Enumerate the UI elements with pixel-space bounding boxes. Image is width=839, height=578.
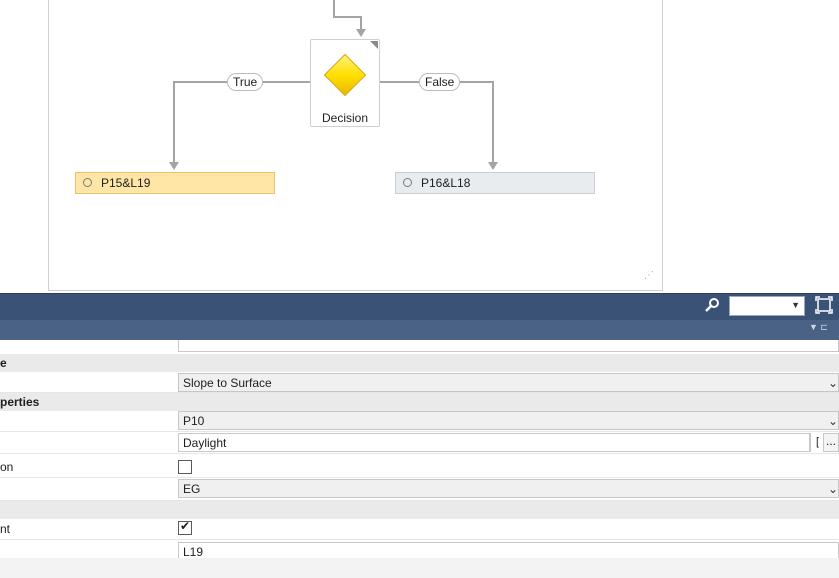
pane-options-icon[interactable]: ▼ ⊏ (809, 322, 839, 336)
true-connector-vertical (173, 81, 175, 163)
row-divider (0, 431, 839, 432)
resize-grip-icon[interactable]: ⋰ (644, 270, 654, 281)
property-value: L19 (183, 545, 204, 558)
node-corner-marker-icon (370, 41, 378, 49)
activity-state-icon (403, 178, 412, 187)
category-label: e (0, 356, 7, 370)
false-connector-vertical (492, 81, 494, 163)
incoming-arrow-icon (356, 29, 366, 37)
true-branch-label[interactable]: True (227, 73, 264, 91)
property-grid-header (0, 320, 839, 340)
property-name: nt (0, 522, 11, 536)
chevron-down-icon: ⌄ (827, 414, 838, 428)
category-row[interactable]: perties (0, 393, 839, 411)
magnifier-icon[interactable] (702, 296, 722, 316)
property-name: on (0, 460, 14, 474)
property-checkbox-checked[interactable]: ✔ (178, 519, 192, 535)
partial-top-field[interactable] (178, 340, 839, 352)
category-label: perties (0, 395, 40, 409)
bottom-bar (0, 558, 839, 578)
property-dropdown[interactable]: EG ⌄ (178, 479, 839, 498)
fit-to-screen-icon[interactable] (815, 296, 833, 314)
property-value: EG (183, 482, 201, 496)
incoming-connector-elbow (333, 16, 361, 18)
property-dropdown[interactable]: P10 ⌄ (178, 411, 839, 430)
property-dropdown[interactable]: Slope to Surface ⌄ (178, 373, 839, 392)
property-text-field[interactable]: L19 (178, 542, 839, 558)
category-row[interactable] (0, 501, 839, 519)
incoming-connector-drop (360, 16, 362, 30)
row-divider (0, 539, 839, 540)
property-value: Slope to Surface (183, 376, 272, 390)
expression-button[interactable]: [ (810, 433, 824, 452)
true-arrow-icon (169, 162, 179, 170)
zoom-dropdown[interactable]: ▼ (729, 296, 805, 316)
false-arrow-icon (488, 162, 498, 170)
property-checkbox[interactable] (178, 460, 192, 474)
chevron-down-icon: ⌄ (827, 482, 838, 496)
true-activity-node[interactable]: P15&L19 (75, 172, 275, 194)
false-activity-label: P16&L18 (421, 176, 471, 190)
row-divider (0, 477, 839, 478)
decision-node[interactable]: Decision (310, 39, 380, 127)
chevron-down-icon: ▼ (791, 300, 800, 310)
false-activity-node[interactable]: P16&L18 (395, 172, 595, 194)
ellipsis-button[interactable]: ... (823, 433, 839, 452)
incoming-connector (333, 0, 335, 17)
property-value: P10 (183, 414, 205, 428)
chevron-down-icon: ⌄ (827, 376, 838, 390)
false-branch-label[interactable]: False (419, 73, 461, 91)
decision-label: Decision (321, 111, 369, 125)
property-value: Daylight (183, 436, 227, 450)
workflow-designer-canvas[interactable]: True False Decision P15&L19 P16&L18 ⋰ (0, 0, 839, 293)
activity-state-icon (83, 178, 92, 187)
property-grid: e Slope to Surface ⌄ perties P10 ⌄ Dayli… (0, 340, 839, 558)
category-row[interactable]: e (0, 354, 839, 372)
checkmark-icon: ✔ (180, 519, 191, 533)
row-divider (0, 453, 839, 454)
property-text-field[interactable]: Daylight (178, 433, 810, 452)
diamond-icon (323, 53, 367, 97)
true-activity-label: P15&L19 (101, 176, 151, 190)
